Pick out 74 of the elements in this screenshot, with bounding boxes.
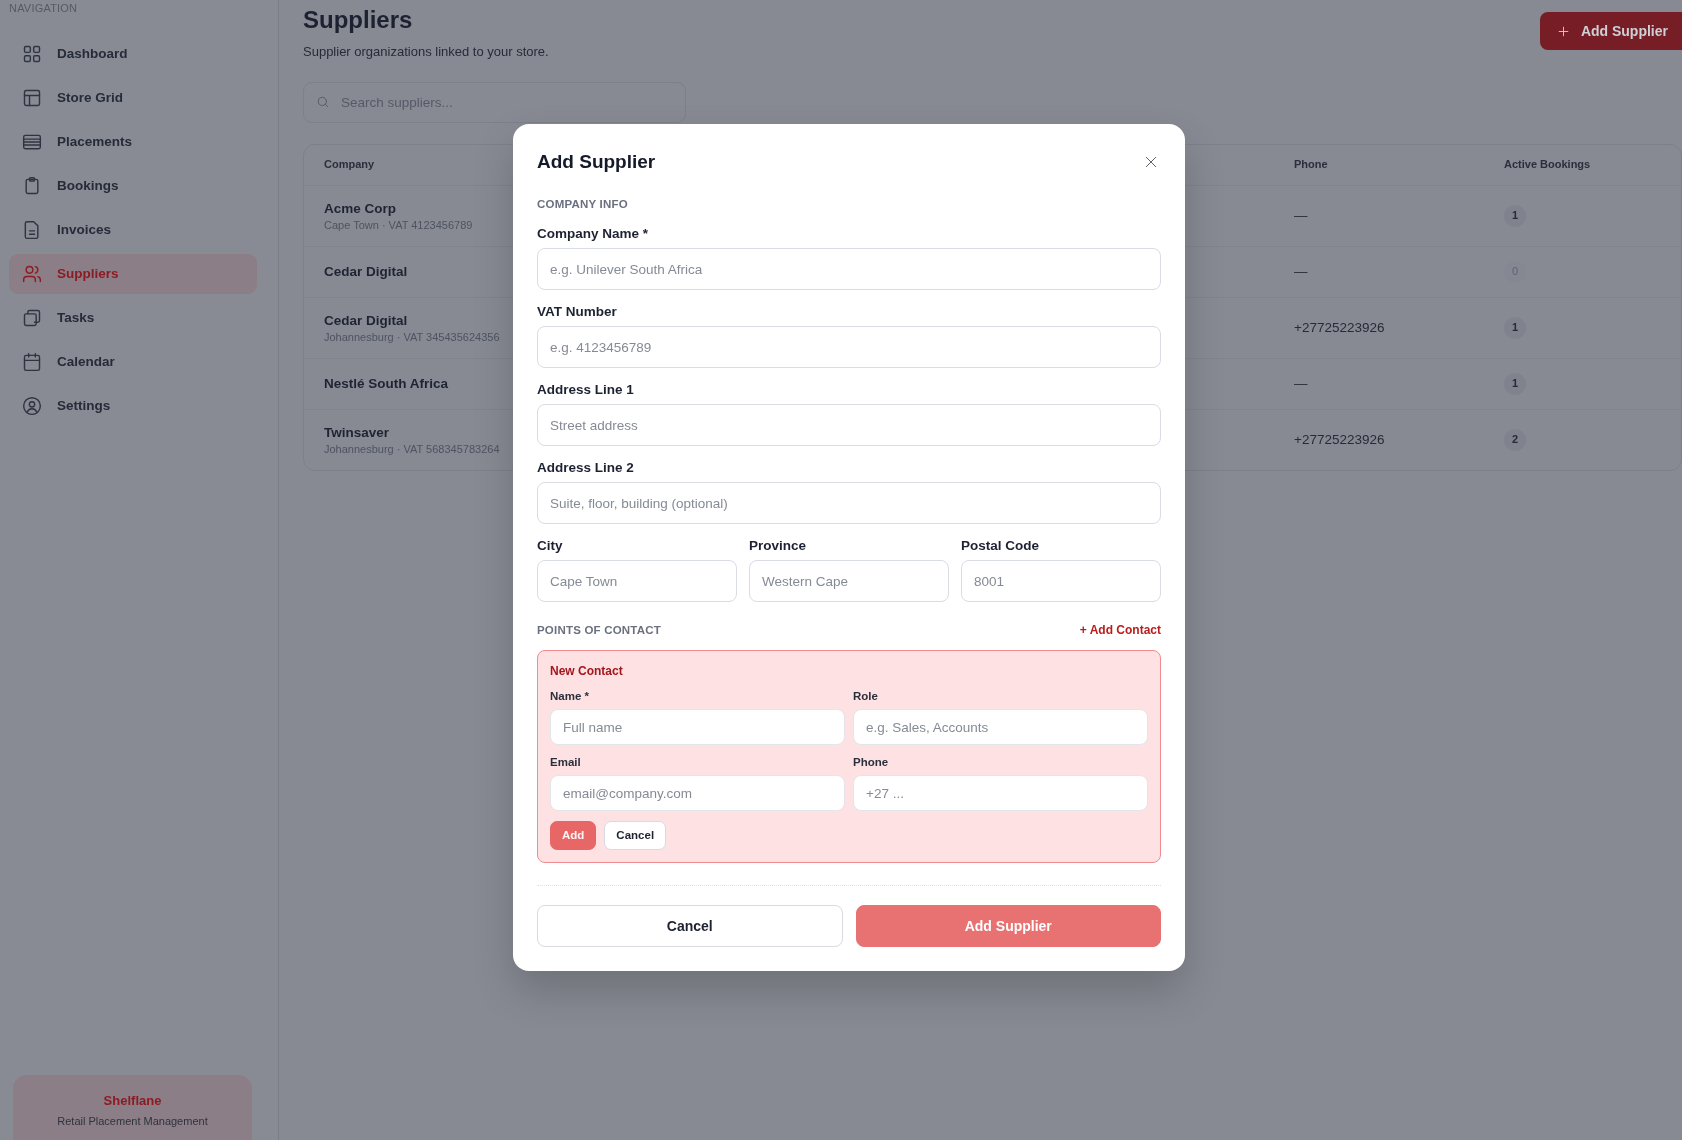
input-field[interactable]: e.g. Sales, Accounts bbox=[853, 709, 1148, 745]
booking-count: 1 bbox=[1504, 205, 1526, 227]
dialog-title: Add Supplier bbox=[537, 150, 656, 174]
booking-count: 2 bbox=[1504, 429, 1526, 451]
copy-icon bbox=[22, 308, 42, 328]
add-contact-link[interactable]: + Add Contact bbox=[1079, 622, 1161, 638]
column-header: Active Bookings bbox=[1504, 158, 1591, 172]
cancel-button[interactable]: Cancel bbox=[604, 821, 667, 850]
cancel-button[interactable]: Cancel bbox=[537, 905, 843, 947]
booking-count: 1 bbox=[1504, 373, 1526, 395]
phone-text: +27725223926 bbox=[1294, 431, 1385, 449]
search-icon bbox=[316, 95, 330, 109]
input-field[interactable]: Full name bbox=[550, 709, 845, 745]
company-name: Cedar Digital bbox=[324, 263, 408, 281]
company-details: Johannesburg · VAT 568345783264 bbox=[324, 443, 500, 456]
section-heading: POINTS OF CONTACT bbox=[537, 623, 661, 638]
field-label: Name * bbox=[550, 689, 590, 703]
grid-icon bbox=[22, 44, 42, 64]
sidebar-item[interactable]: Settings bbox=[9, 386, 257, 426]
field-label: Address Line 1 bbox=[537, 381, 635, 399]
plus-icon bbox=[1556, 24, 1570, 38]
field-label: Phone bbox=[853, 755, 890, 769]
column-header: Company bbox=[324, 158, 375, 172]
users-icon bbox=[22, 264, 42, 284]
company-name: Twinsaver bbox=[324, 424, 390, 442]
input-field[interactable]: +27 ... bbox=[853, 775, 1148, 811]
input-field[interactable]: 8001 bbox=[961, 560, 1161, 602]
user-circle-icon bbox=[22, 396, 42, 416]
calendar-icon bbox=[22, 352, 42, 372]
input-field[interactable]: email@company.com bbox=[550, 775, 845, 811]
company-name: Cedar Digital bbox=[324, 312, 408, 330]
input-field[interactable]: Suite, floor, building (optional) bbox=[537, 482, 1161, 524]
phone-text: — bbox=[1294, 207, 1308, 225]
sidebar-item[interactable]: Calendar bbox=[9, 342, 257, 382]
phone-text: — bbox=[1294, 263, 1308, 281]
phone-text: — bbox=[1294, 375, 1308, 393]
field-label: Postal Code bbox=[961, 537, 1040, 555]
section-heading: COMPANY INFO bbox=[537, 197, 629, 212]
brand-name: Shelflane bbox=[102, 1092, 163, 1110]
sidebar-item[interactable]: Invoices bbox=[9, 210, 257, 250]
sidebar-item[interactable]: Store Grid bbox=[9, 78, 257, 118]
brand-tagline: Retail Placement Management bbox=[56, 1114, 209, 1129]
booking-count: 1 bbox=[1504, 317, 1526, 339]
clipboard-icon bbox=[22, 176, 42, 196]
field-label: Address Line 2 bbox=[537, 459, 635, 477]
column-header: Phone bbox=[1294, 158, 1328, 172]
sidebar-item[interactable]: Dashboard bbox=[9, 34, 257, 74]
field-label: Role bbox=[853, 689, 879, 703]
company-details: Johannesburg · VAT 345435624356 bbox=[324, 331, 500, 344]
input-field[interactable]: e.g. 4123456789 bbox=[537, 326, 1161, 368]
sidebar-item[interactable]: Tasks bbox=[9, 298, 257, 338]
page-subtitle: Supplier organizations linked to your store. bbox=[303, 43, 549, 61]
sidebar-item[interactable]: Suppliers bbox=[9, 254, 257, 294]
company-name: Nestlé South Africa bbox=[324, 375, 449, 393]
table-icon bbox=[22, 132, 42, 152]
field-label: Email bbox=[550, 755, 582, 769]
sidebar-item[interactable]: Placements bbox=[9, 122, 257, 162]
input-field[interactable]: Western Cape bbox=[749, 560, 949, 602]
field-label: City bbox=[537, 537, 564, 555]
input-field[interactable]: Cape Town bbox=[537, 560, 737, 602]
field-label: VAT Number bbox=[537, 303, 618, 321]
sidebar-item[interactable]: Bookings bbox=[9, 166, 257, 206]
panel-title: New Contact bbox=[550, 663, 624, 679]
page-title: Suppliers bbox=[303, 5, 414, 35]
field-label: Company Name * bbox=[537, 225, 650, 243]
input-field[interactable]: Street address bbox=[537, 404, 1161, 446]
add-supplier-button[interactable]: Add Supplier bbox=[1539, 12, 1682, 50]
document-icon bbox=[22, 220, 42, 240]
company-name: Acme Corp bbox=[324, 200, 396, 218]
phone-text: +27725223926 bbox=[1294, 319, 1385, 337]
field-label: Province bbox=[749, 537, 808, 555]
layout-icon bbox=[22, 88, 42, 108]
close-icon[interactable] bbox=[1144, 155, 1158, 169]
input-field[interactable]: e.g. Unilever South Africa bbox=[537, 248, 1161, 290]
